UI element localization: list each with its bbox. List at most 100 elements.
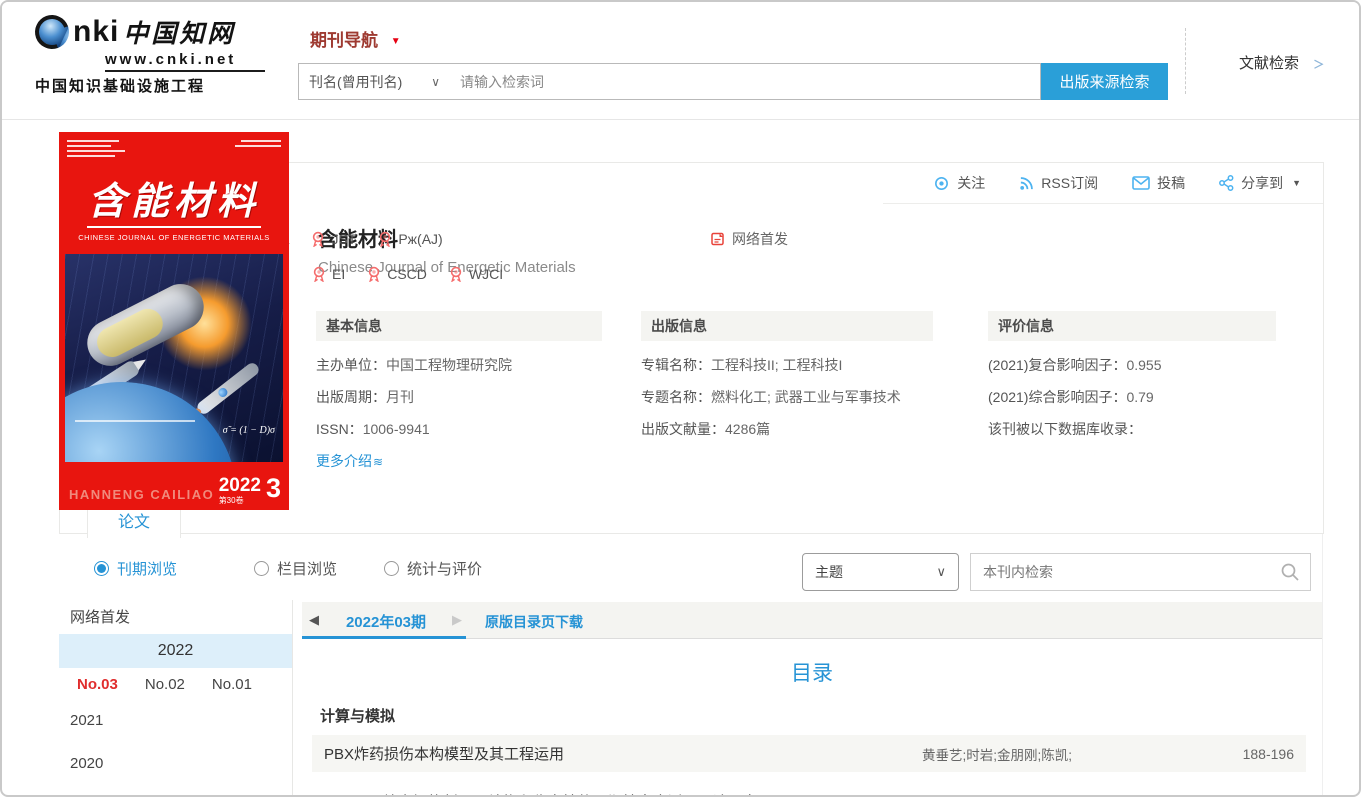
share-icon [1219,175,1234,191]
radio-statistics-evaluation[interactable]: 统计与评价 [384,558,482,579]
sidebar-year-2021[interactable]: 2021 [70,712,103,729]
basic-info-column: 基本信息 主办单位：中国工程物理研究院 出版周期：月刊 ISSN：1006-99… [316,311,602,471]
submit-label: 投稿 [1157,175,1186,191]
info-row: 该刊被以下数据库收录： [988,421,1276,437]
cnki-logo-top: nki 中国知网 [29,9,285,55]
sidebar-issue-no02[interactable]: No.02 [145,676,185,693]
medal-icon [380,231,391,247]
info-label: 出版周期： [316,389,386,405]
info-value: 1006-9941 [362,421,430,437]
tab-papers[interactable]: 论文 [87,510,181,538]
online-first-label: 网络首发 [732,231,788,247]
more-introduction-label: 更多介绍 [316,453,372,469]
publication-info-header: 出版信息 [641,311,933,341]
journal-navigation-menu[interactable]: 期刊导航 ▼ [310,26,401,51]
issue-navigation-bar: ◀ 2022年03期 ▶ 原版目录页下载 [302,602,1322,639]
info-row: 出版文献量：4286篇 [641,421,933,437]
info-value: 0.955 [1126,357,1162,373]
medal-icon [313,231,324,247]
badge-label: JST [331,231,357,247]
cnki-logo[interactable]: nki 中国知网 www.cnki.net 中国知识基础设施工程 [29,9,285,96]
info-label: 该刊被以下数据库收录： [988,421,1142,437]
cover-volume: 第30卷 [218,496,244,505]
cover-rule [87,226,261,228]
article-pages: 188-196 [1242,745,1294,762]
source-search-input[interactable] [450,63,1041,100]
journal-cover-image: 含能材料 CHINESE JOURNAL OF ENERGETIC MATERI… [59,132,289,510]
journal-actions-bar: 关注 RSS订阅 投稿 分享到 ▼ [933,173,1301,193]
badge-jst: JST [311,229,356,249]
sidebar-divider [292,600,293,795]
info-row: (2021)综合影响因子：0.79 [988,389,1276,405]
article-title-link[interactable]: PBX炸药损伤本构模型及其工程运用 [324,743,922,764]
info-value: 4286篇 [725,421,771,437]
cover-meta-lines-right [235,140,281,147]
previous-issue-arrow[interactable]: ◀ [309,612,319,628]
submit-manuscript-button[interactable]: 投稿 [1132,173,1185,193]
info-row: 出版周期：月刊 [316,389,602,405]
rss-subscribe-button[interactable]: RSS订阅 [1019,173,1098,193]
magnifier-icon[interactable] [1280,562,1300,582]
red-triangle-down-icon: ▼ [390,36,401,47]
publication-source-search-button[interactable]: 出版来源检索 [1041,63,1168,100]
article-title-link[interactable]: Al/Fe₂O₃纳米铝热剂界面结构和稳定性的周期性密度泛函理论研究 [324,791,922,795]
cnki-journal-page: nki 中国知网 www.cnki.net 中国知识基础设施工程 期刊导航 ▼ … [0,0,1361,797]
eye-icon [935,176,949,190]
info-label: ISSN： [316,421,363,437]
sidebar-issue-list: No.03 No.02 No.01 [59,668,292,701]
badge-ei: EI [312,266,345,282]
sidebar-year-2020[interactable]: 2020 [70,755,103,772]
content-right-border [1322,534,1323,795]
radio-column-browse[interactable]: 栏目浏览 [254,558,337,579]
logo-chinese-text: 中国知网 [123,21,236,48]
cover-caption-line [75,420,195,422]
medal-icon [450,266,462,282]
sidebar-online-first[interactable]: 网络首发 [70,606,130,627]
info-row: 专辑名称：工程科技II; 工程科技I [641,357,933,373]
radio-issue-browse[interactable]: 刊期浏览 [94,558,177,579]
radio-label: 栏目浏览 [277,561,338,578]
original-toc-download-link[interactable]: 原版目录页下载 [485,612,583,632]
info-label: 出版文献量： [641,421,725,437]
active-issue-underline [302,636,466,639]
cover-year: 2022 [218,475,261,496]
header-divider [1185,28,1186,94]
current-issue-tab[interactable]: 2022年03期 [326,611,446,632]
in-journal-search-input[interactable] [971,554,1310,590]
sidebar-issue-no03[interactable]: No.03 [77,676,118,693]
medal-icon [313,266,325,282]
info-row: ISSN：1006-9941 [316,421,602,437]
badge-label: Pж(AJ) [398,231,443,247]
info-value: 0.79 [1126,389,1154,405]
rss-icon [1020,176,1034,190]
share-caret-icon: ▼ [1292,178,1301,188]
actions-separator [883,203,1323,204]
article-authors: 黄垂艺;时岩;金朋刚;陈凯; [922,747,1073,763]
journal-badges-row2: EI CSCD WJCI [312,266,503,282]
badge-wjci: WJCI [449,266,503,282]
radio-label: 刊期浏览 [117,561,178,578]
info-row: 主办单位：中国工程物理研究院 [316,357,602,373]
search-field-select[interactable]: 主题 ∨ [802,553,959,591]
badge-label: CSCD [387,266,427,282]
globe-icon [29,9,75,55]
radio-unselected-icon [384,561,399,576]
literature-search-label: 文献检索 [1239,55,1300,72]
info-value: 月刊 [386,389,414,405]
info-value: 工程科技II; 工程科技I [711,357,843,373]
sidebar-issue-no01[interactable]: No.01 [212,676,252,693]
share-button[interactable]: 分享到 ▼ [1219,173,1301,193]
sidebar-year-2022[interactable]: 2022 [59,634,292,668]
evaluation-info-column: 评价信息 (2021)复合影响因子：0.955 (2021)综合影响因子：0.7… [988,311,1276,437]
follow-button[interactable]: 关注 [933,173,985,193]
article-row: PBX炸药损伤本构模型及其工程运用 黄垂艺;时岩;金朋刚;陈凯; 188-196 [312,735,1306,772]
more-introduction-link[interactable]: 更多介绍≋ [316,451,602,471]
radio-label: 统计与评价 [407,561,483,578]
badge-paj: Pж(AJ) [378,229,443,249]
next-issue-arrow[interactable]: ▶ [452,612,462,628]
radio-unselected-icon [254,561,269,576]
literature-search-link[interactable]: 文献检索 ＞ [1239,52,1324,73]
search-field-value: 主题 [815,564,843,580]
info-label: (2021)复合影响因子： [988,357,1127,373]
search-category-select[interactable]: 刊名(曾用刊名) ∨ [298,63,451,100]
